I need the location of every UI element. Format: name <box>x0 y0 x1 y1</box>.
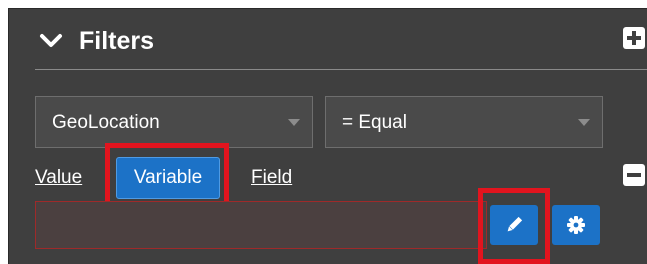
header-divider <box>35 69 647 70</box>
remove-filter-button[interactable] <box>623 164 645 186</box>
operator-select-value: = Equal <box>342 112 407 133</box>
filters-header[interactable]: Filters <box>9 9 647 71</box>
caret-down-icon <box>578 119 590 126</box>
caret-down-icon <box>288 119 300 126</box>
highlight-box-variable <box>105 143 229 209</box>
add-filter-button[interactable] <box>623 27 645 49</box>
tab-value[interactable]: Value <box>35 166 82 190</box>
variable-value-input[interactable] <box>35 201 487 249</box>
gear-icon <box>567 216 585 234</box>
tab-field[interactable]: Field <box>251 166 292 190</box>
chevron-down-icon[interactable] <box>37 27 65 55</box>
field-select-value: GeoLocation <box>52 112 160 133</box>
field-select[interactable]: GeoLocation <box>35 96 313 148</box>
highlight-box-edit <box>478 188 550 264</box>
settings-button[interactable] <box>552 205 600 245</box>
operator-select[interactable]: = Equal <box>325 96 603 148</box>
filters-title: Filters <box>79 27 155 55</box>
filters-panel: Filters GeoLocation = Equal Value Variab… <box>8 8 647 264</box>
